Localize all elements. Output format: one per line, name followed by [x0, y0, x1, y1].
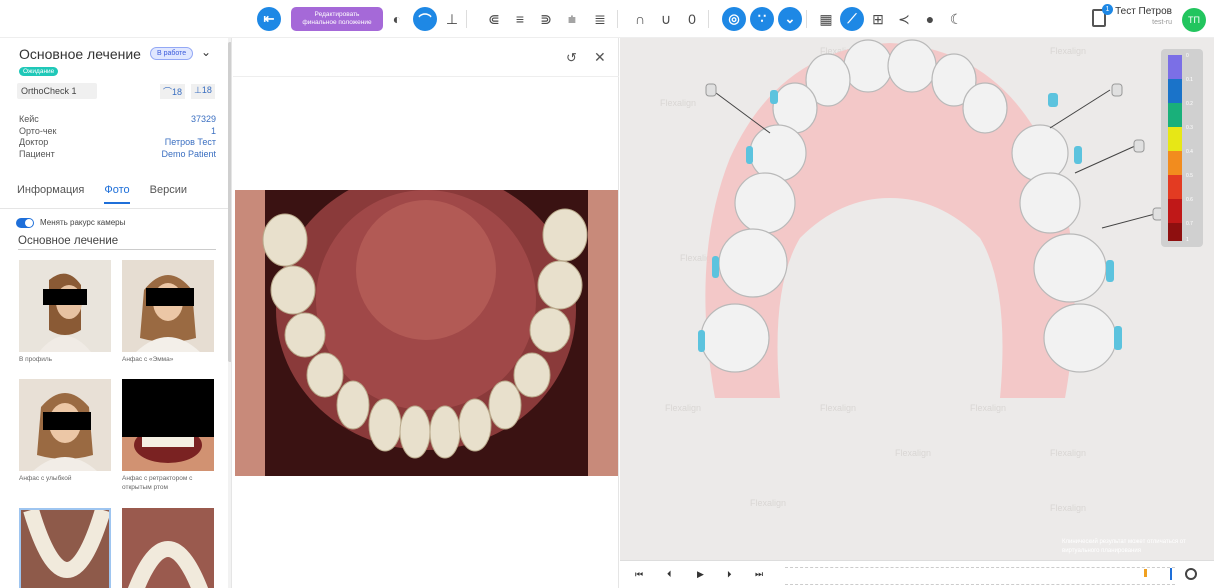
notifications-badge: 1: [1102, 4, 1113, 15]
tab-versions[interactable]: Версии: [150, 184, 187, 204]
case-info: Кейс 37329 Орто-чек 1 Доктор Петров Тест Па…: [19, 114, 216, 160]
photo-viewer: ↺ ✕: [233, 38, 619, 588]
upper-count: ⌒18: [160, 84, 186, 99]
status-badge: В работе: [150, 47, 194, 60]
camera-toggle[interactable]: [16, 218, 34, 228]
mandible-button[interactable]: ⌄: [778, 7, 802, 31]
edit-final-line2: финальное положение: [302, 19, 372, 26]
chevron-down-icon[interactable]: ⌄: [201, 45, 211, 59]
attachments-button[interactable]: ∵: [750, 7, 774, 31]
view-top-icon[interactable]: ⩧: [562, 7, 582, 31]
timeline-clock-icon[interactable]: [1185, 568, 1197, 580]
treatment-title: Основное лечение: [19, 46, 141, 62]
aligner-counts: ⌒18 ⊥18: [160, 84, 215, 99]
close-icon[interactable]: ✕: [594, 49, 606, 66]
arch-lower-icon[interactable]: ∪: [656, 7, 676, 31]
photo-occlusal-lower[interactable]: [19, 508, 111, 588]
photo-viewer-header: ↺ ✕: [233, 38, 619, 77]
view-bottom-icon[interactable]: ≣: [590, 7, 610, 31]
camera-toggle-label: Менять ракурс камеры: [40, 218, 126, 227]
timeline-end-marker: [1144, 569, 1147, 577]
share-icon[interactable]: ≺: [894, 7, 914, 31]
last-stage-icon[interactable]: ⏭: [755, 569, 763, 580]
photo-smile[interactable]: [19, 379, 111, 471]
photo-profile[interactable]: [19, 260, 111, 352]
contrast-icon[interactable]: ◐: [387, 7, 407, 31]
top-toolbar: ⇤ Редактировать финальное положение ◐ ⌒ …: [0, 0, 1214, 38]
section-title: Основное лечение: [18, 235, 216, 250]
intraoral-photo: [235, 190, 618, 476]
photo-caption-profile: В профиль: [19, 356, 53, 363]
dental-arch-model[interactable]: [620, 38, 1214, 560]
first-stage-icon[interactable]: ⏮: [635, 569, 643, 580]
arch-both-icon[interactable]: 0: [682, 7, 702, 31]
upper-jaw-button[interactable]: ⌒: [413, 7, 437, 31]
next-stage-icon[interactable]: ⏵: [727, 569, 732, 580]
photo-caption-front: Анфас с «Эмма»: [122, 356, 174, 363]
user-name: Тест Петров: [1115, 6, 1172, 17]
prev-stage-icon[interactable]: ⏴: [667, 569, 672, 580]
edit-final-line1: Редактировать: [314, 11, 360, 18]
edit-final-position-button[interactable]: Редактировать финальное положение: [291, 7, 383, 31]
3d-viewer[interactable]: Flexalign Flexalign Flexalign Flexalign …: [620, 38, 1214, 588]
info-row-doctor: Доктор Петров Тест: [19, 137, 216, 147]
waiting-badge: Ожидание: [19, 67, 59, 76]
arch-upper-icon[interactable]: ∩: [630, 7, 650, 31]
collapse-panel-button[interactable]: ⇤: [257, 7, 281, 31]
tab-info[interactable]: Информация: [17, 184, 84, 204]
photo-caption-smile: Анфас с улыбкой: [19, 475, 72, 482]
view-front-icon[interactable]: ≡: [510, 7, 530, 31]
timeline-current-marker[interactable]: [1170, 568, 1172, 580]
lower-count: ⊥18: [191, 84, 215, 99]
rotate-icon[interactable]: ↺: [566, 50, 577, 66]
user-sub: test-ru: [1152, 19, 1172, 26]
stage-timeline: ⏮ ⏴ ▶ ⏵ ⏭: [620, 560, 1214, 588]
comment-icon[interactable]: ●: [920, 7, 940, 31]
info-row-orthocheck: Орто-чек 1: [19, 125, 216, 136]
view-right-icon[interactable]: ⋑: [536, 7, 556, 31]
case-sidebar: Основное лечение В работе ⌄ Ожидание Ort…: [0, 38, 232, 588]
avatar[interactable]: ТП: [1182, 8, 1206, 32]
info-row-patient: Пациент Demo Patient: [19, 148, 216, 159]
orthocheck-select[interactable]: OrthoCheck 1: [17, 83, 97, 99]
view-left-icon[interactable]: ⋐: [484, 7, 504, 31]
sidebar-tabs: Информация Фото Версии: [17, 184, 217, 204]
photo-caption-retractor: Анфас с ретрактором с открытым ртом: [122, 475, 193, 491]
photo-occlusal-upper[interactable]: [122, 508, 214, 588]
table-icon[interactable]: ⊞: [868, 7, 888, 31]
play-icon[interactable]: ▶: [697, 569, 704, 580]
user-info[interactable]: Тест Петров test-ru: [1115, 6, 1172, 26]
measure-button[interactable]: ⟋: [840, 7, 864, 31]
sidebar-scroll-thumb[interactable]: [228, 42, 231, 362]
lower-jaw-icon[interactable]: ⊥: [442, 7, 462, 31]
night-mode-icon[interactable]: ☾: [946, 7, 966, 31]
photo-front[interactable]: [122, 260, 214, 352]
grid-icon[interactable]: ▦: [816, 7, 836, 31]
tab-photo[interactable]: Фото: [104, 184, 130, 204]
disclaimer: Клинический результат может отличаться о…: [1062, 539, 1186, 554]
photo-retractor[interactable]: [122, 379, 214, 471]
timeline-track[interactable]: [785, 567, 1175, 585]
collision-scale: 0 0.1 0.2 0.3 0.4 0.5 0.6 0.7 1: [1161, 49, 1203, 247]
info-row-case: Кейс 37329: [19, 114, 216, 124]
occlusal-view-button[interactable]: ◎: [722, 7, 746, 31]
